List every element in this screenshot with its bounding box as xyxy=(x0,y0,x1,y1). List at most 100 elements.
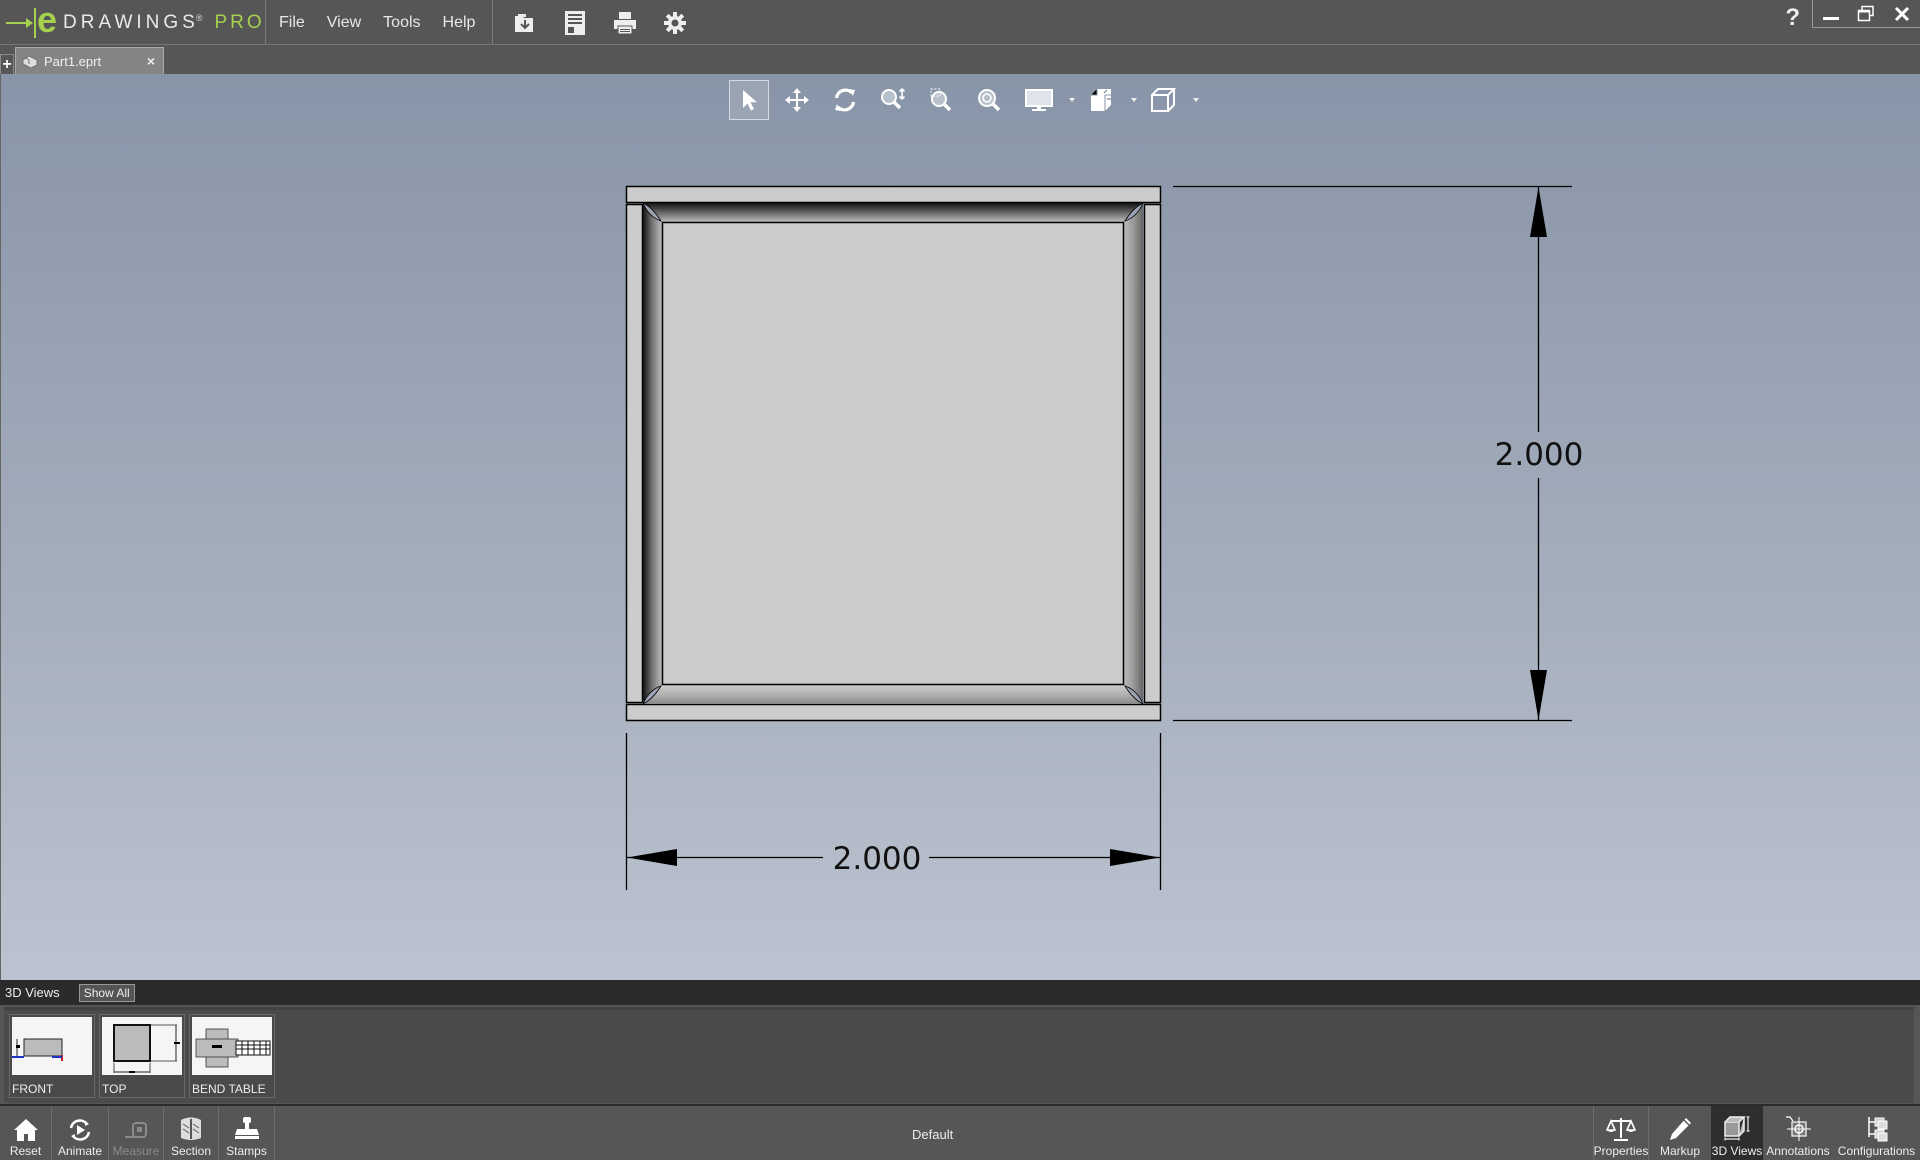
reset-label: Reset xyxy=(9,1144,42,1158)
part-icon xyxy=(22,55,38,68)
annotations-label: Annotations xyxy=(1766,1144,1830,1158)
stamps-button[interactable]: Stamps xyxy=(219,1106,275,1160)
zoom-tool[interactable] xyxy=(869,80,917,120)
arrowhead xyxy=(1530,187,1547,237)
section-button[interactable]: Section xyxy=(164,1106,219,1160)
right-flange xyxy=(1143,203,1162,704)
right-bend xyxy=(1124,203,1143,704)
views-dropdown[interactable] xyxy=(1075,80,1137,120)
front-view-preview xyxy=(12,1017,92,1075)
cube-icon xyxy=(1151,88,1176,112)
3d-views-button[interactable]: 3D Views xyxy=(1711,1106,1763,1160)
thumbnail-label: FRONT xyxy=(12,1082,54,1096)
measure-button[interactable]: Measure xyxy=(109,1106,164,1160)
graphics-viewport[interactable]: 2.000 2.000 xyxy=(0,74,1920,980)
tab-part1[interactable]: Part1.eprt × xyxy=(15,47,164,74)
title-bar: e DRAWINGS ® PRO File View Tools Help ? xyxy=(0,0,1920,45)
animate-label: Animate xyxy=(57,1144,103,1158)
save-icon xyxy=(565,10,585,35)
thumbnail-top[interactable]: TOP xyxy=(99,1014,185,1098)
zoom-updown-icon xyxy=(881,87,906,110)
print-icon xyxy=(614,11,636,34)
zoom-to-area-tool[interactable] xyxy=(917,80,965,120)
move-arrows-icon xyxy=(785,88,809,112)
configurations-button[interactable]: Configurations xyxy=(1833,1106,1920,1160)
settings-button[interactable] xyxy=(650,0,700,45)
thumbnail-bend-table[interactable]: BEND TABLE xyxy=(189,1014,275,1098)
base-face xyxy=(661,221,1125,686)
logo-pro: PRO xyxy=(214,11,265,33)
configuration-name: Default xyxy=(912,1127,954,1142)
select-tool[interactable] xyxy=(729,80,769,120)
display-style-dropdown[interactable] xyxy=(1013,80,1075,120)
minimize-icon[interactable] xyxy=(1822,5,1840,23)
arrow-pointer-icon xyxy=(743,90,757,111)
properties-label: Properties xyxy=(1593,1144,1649,1158)
configurations-label: Configurations xyxy=(1837,1144,1916,1158)
zoom-fit-icon xyxy=(978,89,1001,112)
top-bend xyxy=(643,203,1143,222)
section-label: Section xyxy=(170,1144,212,1158)
views-panel-header: 3D Views Show All xyxy=(0,980,1920,1005)
print-button[interactable] xyxy=(600,0,650,45)
menu-bar: File View Tools Help xyxy=(268,0,494,45)
tab-close-button[interactable]: × xyxy=(147,53,155,69)
horizontal-dimension[interactable]: 2.000 xyxy=(625,733,1162,890)
menu-help[interactable]: Help xyxy=(432,14,487,32)
reset-button[interactable]: Reset xyxy=(0,1106,52,1160)
bottom-flange xyxy=(625,703,1162,722)
window-controls xyxy=(1812,0,1920,28)
menu-tools[interactable]: Tools xyxy=(372,14,431,32)
annotations-button[interactable]: Annotations xyxy=(1763,1106,1833,1160)
monitor-icon xyxy=(1025,89,1053,111)
home-icon xyxy=(13,1119,38,1141)
gear-icon xyxy=(664,11,686,34)
horizontal-dimension-value: 2.000 xyxy=(833,841,922,877)
close-icon[interactable] xyxy=(1893,5,1911,23)
tape-measure-icon xyxy=(125,1122,147,1138)
logo-word: DRAWINGS xyxy=(63,11,199,33)
menu-view[interactable]: View xyxy=(316,14,372,32)
thumbnail-label: TOP xyxy=(102,1082,127,1096)
bend-table-preview xyxy=(192,1017,272,1075)
new-tab-button[interactable]: + xyxy=(0,54,14,74)
pan-tool[interactable] xyxy=(773,80,821,120)
bottom-toolbar: Reset Animate Measure Section Stamps Def… xyxy=(0,1104,1920,1160)
properties-button[interactable]: Properties xyxy=(1593,1106,1649,1160)
thumbnail-front[interactable]: FRONT xyxy=(9,1014,95,1098)
stamp-icon xyxy=(234,1117,259,1139)
show-all-button[interactable]: Show All xyxy=(78,983,135,1002)
top-view-preview xyxy=(102,1017,182,1075)
animate-button[interactable]: Animate xyxy=(52,1106,109,1160)
bottom-bend xyxy=(643,685,1143,704)
vertical-dimension[interactable]: 2.000 xyxy=(1173,185,1584,722)
markup-label: Markup xyxy=(1659,1144,1700,1158)
thumbnail-label: BEND TABLE xyxy=(192,1082,266,1096)
view-toolbar xyxy=(725,80,1199,120)
save-button[interactable] xyxy=(550,0,600,45)
rotate-tool[interactable] xyxy=(821,80,869,120)
help-button[interactable]: ? xyxy=(1785,4,1800,32)
zoom-to-fit-tool[interactable] xyxy=(965,80,1013,120)
restore-icon[interactable] xyxy=(1857,5,1875,23)
configurations-icon xyxy=(1867,1117,1887,1142)
arrowhead xyxy=(1110,849,1160,866)
stamps-label: Stamps xyxy=(226,1144,267,1158)
chevron-down-icon xyxy=(1193,98,1199,102)
vertical-dimension-value: 2.000 xyxy=(1495,437,1584,473)
pencil-icon xyxy=(1670,1118,1691,1140)
rotate-icon xyxy=(834,88,856,112)
markup-button[interactable]: Markup xyxy=(1649,1106,1711,1160)
left-flange xyxy=(625,203,644,704)
view-orient-icon xyxy=(1091,89,1111,111)
measure-label: Measure xyxy=(112,1144,160,1158)
zoom-area-icon xyxy=(930,88,952,112)
tab-label: Part1.eprt xyxy=(44,53,102,69)
app-logo: e DRAWINGS ® PRO xyxy=(4,0,266,45)
open-button[interactable] xyxy=(500,0,550,45)
logo-e: e xyxy=(37,0,58,40)
standard-views-dropdown[interactable] xyxy=(1137,80,1199,120)
scale-balance-icon xyxy=(1606,1118,1636,1141)
menu-file[interactable]: File xyxy=(268,14,316,32)
arrowhead xyxy=(1530,670,1547,720)
